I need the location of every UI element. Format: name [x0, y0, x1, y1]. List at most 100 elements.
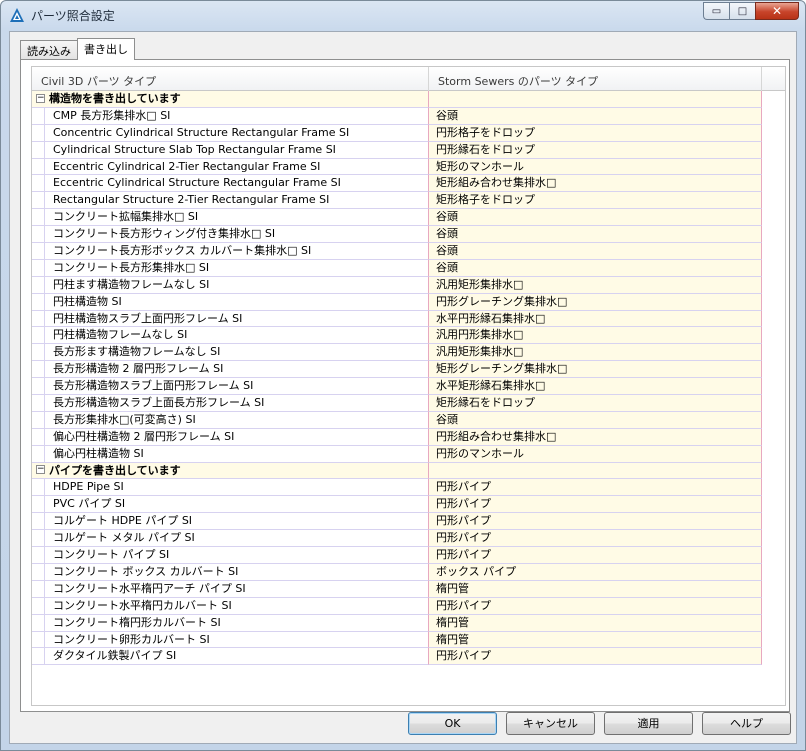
storm-sewers-part-type-cell[interactable]: 谷頭 [429, 259, 762, 277]
table-row[interactable]: 円柱構造物 SI 円形グレーチング集排水□ [32, 293, 785, 311]
table-row[interactable]: Cylindrical Structure Slab Top Rectangul… [32, 141, 785, 159]
storm-sewers-part-type-cell[interactable]: 円形パイプ [429, 479, 762, 497]
storm-sewers-part-type-cell[interactable]: 円形のマンホール [429, 445, 762, 463]
storm-sewers-part-type-cell[interactable]: 円形組み合わせ集排水□ [429, 428, 762, 446]
table-row[interactable]: コンクリート長方形ウィング付き集排水□ SI 谷頭 [32, 226, 785, 244]
table-row[interactable]: コンクリート ボックス カルバート SI ボックス パイプ [32, 563, 785, 581]
storm-sewers-part-type-cell[interactable]: 谷頭 [429, 243, 762, 260]
civil3d-part-type-cell: 長方形構造物スラブ上面長方形フレーム SI [32, 395, 429, 412]
storm-sewers-part-type-cell[interactable]: 矩形組み合わせ集排水□ [429, 175, 762, 193]
table-row[interactable]: コンクリート水平楕円カルバート SI 円形パイプ [32, 597, 785, 615]
civil3d-part-type-name: Cylindrical Structure Slab Top Rectangul… [44, 141, 428, 158]
title-bar[interactable]: パーツ照合設定 ▭ □ ✕ [1, 1, 805, 29]
column-header-civil3d-part-type[interactable]: Civil 3D パーツ タイプ [32, 67, 429, 91]
storm-sewers-part-type-cell[interactable]: 円形パイプ [429, 530, 762, 548]
collapse-toggle-icon[interactable]: − [36, 93, 45, 103]
storm-sewers-part-type-cell[interactable]: 矩形グレーチング集排水□ [429, 361, 762, 379]
table-row[interactable]: 偏心円柱構造物 SI 円形のマンホール [32, 445, 785, 463]
close-button[interactable]: ✕ [755, 2, 799, 20]
storm-sewers-part-type-cell[interactable]: 楕円管 [429, 631, 762, 649]
table-row[interactable]: Concentric Cylindrical Structure Rectang… [32, 124, 785, 142]
storm-sewers-part-type-cell[interactable]: 円形パイプ [429, 597, 762, 615]
civil3d-part-type-cell: コンクリート長方形ウィング付き集排水□ SI [32, 226, 429, 244]
table-row[interactable]: HDPE Pipe SI 円形パイプ [32, 479, 785, 497]
storm-sewers-part-type-cell[interactable]: 谷頭 [429, 107, 762, 125]
storm-sewers-part-type-cell[interactable]: 汎用矩形集排水□ [429, 276, 762, 294]
table-row[interactable]: コルゲート HDPE パイプ SI 円形パイプ [32, 513, 785, 531]
storm-sewers-part-type-cell[interactable]: 矩形格子をドロップ [429, 192, 762, 210]
table-row[interactable]: Rectangular Structure 2-Tier Rectangular… [32, 192, 785, 210]
table-row[interactable]: ダクタイル鉄製パイプ SI 円形パイプ [32, 648, 785, 666]
apply-button[interactable]: 適用 [604, 712, 693, 735]
storm-sewers-part-type-cell[interactable]: 汎用円形集排水□ [429, 327, 762, 345]
column-header-storm-sewers-part-type[interactable]: Storm Sewers のパーツ タイプ [429, 67, 762, 91]
storm-sewers-part-type-cell[interactable]: 谷頭 [429, 411, 762, 429]
cancel-button[interactable]: キャンセル [506, 712, 595, 735]
group-row[interactable]: − 構造物を書き出しています [32, 91, 785, 108]
maximize-button[interactable]: □ [729, 2, 755, 20]
ok-button[interactable]: OK [408, 712, 497, 735]
table-row[interactable]: コンクリート長方形集排水□ SI 谷頭 [32, 259, 785, 277]
table-row[interactable]: Eccentric Cylindrical Structure Rectangu… [32, 175, 785, 193]
table-row[interactable]: CMP 長方形集排水□ SI 谷頭 [32, 107, 785, 125]
tab-export[interactable]: 書き出し [77, 38, 135, 60]
table-row[interactable]: 長方形ます構造物フレームなし SI 汎用矩形集排水□ [32, 344, 785, 362]
window-title: パーツ照合設定 [31, 9, 115, 23]
storm-sewers-part-type-cell[interactable]: 水平矩形縁石集排水□ [429, 378, 762, 396]
table-row[interactable]: コンクリート長方形ボックス カルバート集排水□ SI 谷頭 [32, 243, 785, 260]
civil3d-part-type-cell: 偏心円柱構造物 2 層円形フレーム SI [32, 428, 429, 446]
row-filler [762, 142, 785, 159]
dialog-client-area: 読み込み 書き出し Civil 3D パーツ タイプ Storm Sewers … [9, 31, 797, 744]
storm-sewers-part-type-cell[interactable]: 矩形のマンホール [429, 158, 762, 176]
civil3d-part-type-name: コンクリート長方形ボックス カルバート集排水□ SI [44, 243, 428, 259]
civil3d-part-type-name: Eccentric Cylindrical Structure Rectangu… [44, 175, 428, 192]
storm-sewers-part-type-cell[interactable]: 汎用矩形集排水□ [429, 344, 762, 362]
table-row[interactable]: 円柱ます構造物フレームなし SI 汎用矩形集排水□ [32, 276, 785, 294]
row-filler [762, 344, 785, 361]
storm-sewers-part-type-cell[interactable]: 谷頭 [429, 209, 762, 227]
dialog-window: パーツ照合設定 ▭ □ ✕ 読み込み 書き出し Civil 3D パーツ タイプ… [0, 0, 806, 751]
table-row[interactable]: コルゲート メタル パイプ SI 円形パイプ [32, 530, 785, 548]
table-row[interactable]: コンクリート卵形カルバート SI 楕円管 [32, 631, 785, 649]
table-row[interactable]: 円柱構造物スラブ上面円形フレーム SI 水平円形縁石集排水□ [32, 310, 785, 328]
civil3d-part-type-cell: コンクリート水平楕円アーチ パイプ SI [32, 580, 429, 598]
storm-sewers-part-type-cell[interactable]: 楕円管 [429, 580, 762, 598]
storm-sewers-part-type-cell[interactable]: 円形縁石をドロップ [429, 141, 762, 159]
table-row[interactable]: 長方形構造物 2 層円形フレーム SI 矩形グレーチング集排水□ [32, 361, 785, 379]
table-row[interactable]: 長方形構造物スラブ上面円形フレーム SI 水平矩形縁石集排水□ [32, 378, 785, 396]
table-row[interactable]: 円柱構造物フレームなし SI 汎用円形集排水□ [32, 327, 785, 345]
storm-sewers-part-type-cell[interactable]: 円形パイプ [429, 648, 762, 666]
storm-sewers-part-type-cell[interactable]: 楕円管 [429, 614, 762, 632]
civil3d-part-type-name: コルゲート メタル パイプ SI [44, 530, 428, 547]
table-row[interactable]: 長方形構造物スラブ上面長方形フレーム SI 矩形縁石をドロップ [32, 395, 785, 412]
group-label-cell: − パイプを書き出しています [32, 462, 429, 480]
table-row[interactable]: コンクリート パイプ SI 円形パイプ [32, 547, 785, 564]
civil3d-part-type-cell: Concentric Cylindrical Structure Rectang… [32, 124, 429, 142]
table-row[interactable]: Eccentric Cylindrical 2-Tier Rectangular… [32, 158, 785, 176]
storm-sewers-part-type-cell[interactable]: 円形グレーチング集排水□ [429, 293, 762, 311]
row-filler [762, 260, 785, 277]
table-row[interactable]: PVC パイプ SI 円形パイプ [32, 496, 785, 514]
storm-sewers-part-type-cell[interactable]: 円形パイプ [429, 513, 762, 531]
table-row[interactable]: コンクリート楕円形カルバート SI 楕円管 [32, 614, 785, 632]
minimize-button[interactable]: ▭ [703, 2, 729, 20]
storm-sewers-part-type-cell[interactable]: 円形パイプ [429, 547, 762, 564]
table-row[interactable]: コンクリート拡幅集排水□ SI 谷頭 [32, 209, 785, 227]
table-row[interactable]: 偏心円柱構造物 2 層円形フレーム SI 円形組み合わせ集排水□ [32, 428, 785, 446]
table-row[interactable]: コンクリート水平楕円アーチ パイプ SI 楕円管 [32, 580, 785, 598]
storm-sewers-part-type-cell[interactable]: 谷頭 [429, 226, 762, 244]
table-row[interactable]: 長方形集排水□(可変高さ) SI 谷頭 [32, 411, 785, 429]
storm-sewers-part-type-cell[interactable]: 水平円形縁石集排水□ [429, 310, 762, 328]
group-row[interactable]: − パイプを書き出しています [32, 462, 785, 480]
storm-sewers-part-type-cell[interactable]: 矩形縁石をドロップ [429, 395, 762, 412]
tab-import[interactable]: 読み込み [20, 40, 78, 60]
button-bar: OK キャンセル 適用 ヘルプ [10, 710, 798, 744]
group-label: 構造物を書き出しています [49, 92, 181, 105]
civil3d-part-type-name: コンクリート水平楕円カルバート SI [44, 597, 428, 614]
storm-sewers-part-type-cell[interactable]: 円形パイプ [429, 496, 762, 514]
storm-sewers-part-type-cell[interactable]: ボックス パイプ [429, 563, 762, 581]
storm-sewers-part-type-cell[interactable]: 円形格子をドロップ [429, 124, 762, 142]
row-filler [762, 648, 785, 665]
collapse-toggle-icon[interactable]: − [36, 465, 45, 475]
help-button[interactable]: ヘルプ [702, 712, 791, 735]
